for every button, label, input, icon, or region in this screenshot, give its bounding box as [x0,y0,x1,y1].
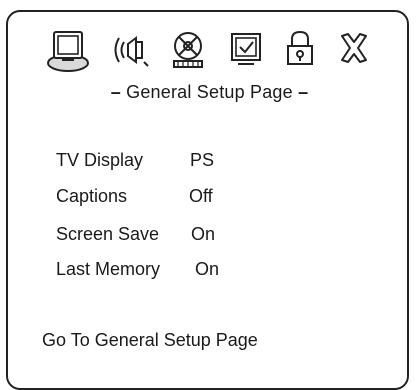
title-dash-right: – [298,82,309,102]
setting-value[interactable]: On [191,224,215,245]
audio-speaker-icon[interactable] [110,28,150,72]
title-dash-left: – [110,82,121,102]
page-title-text: General Setup Page [126,82,293,102]
setting-value[interactable]: PS [190,150,214,171]
lock-icon[interactable] [280,28,320,72]
page-title: – General Setup Page – [0,82,419,103]
setting-row-tv-display[interactable]: TV Display PS [56,150,214,171]
video-reel-icon[interactable] [168,28,208,72]
tv-display-icon[interactable] [44,28,92,72]
setting-label: Captions [56,186,128,206]
setup-icon-bar [0,28,419,76]
setting-label: Last Memory [56,259,161,279]
status-help-text: Go To General Setup Page [42,330,258,350]
setting-row-last-memory[interactable]: Last Memory On [56,259,219,280]
setting-label: Screen Save [56,224,160,244]
setting-row-screen-save[interactable]: Screen Save On [56,224,215,245]
setting-row-captions[interactable]: Captions Off [56,186,213,207]
setting-value[interactable]: On [195,259,219,280]
setting-value[interactable]: Off [189,186,213,207]
setting-label: TV Display [56,150,144,170]
exit-x-icon[interactable] [334,28,374,72]
preference-checkbox-icon[interactable] [226,28,266,72]
